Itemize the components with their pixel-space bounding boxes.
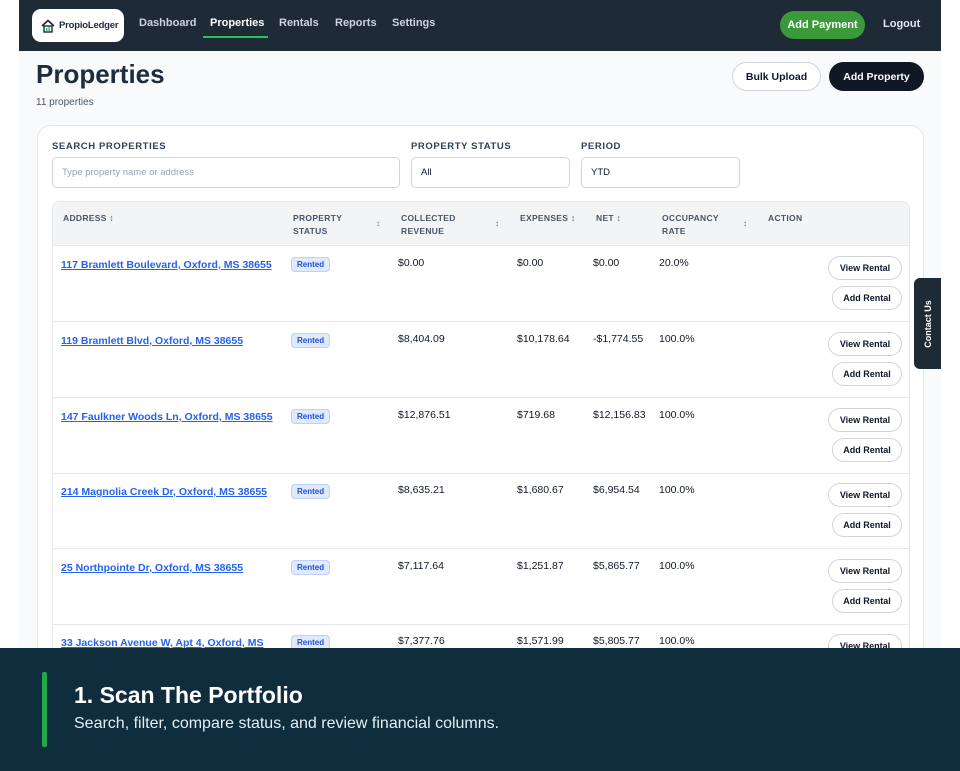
sort-icon: ↕	[616, 213, 622, 223]
add-rental-button[interactable]: Add Rental	[832, 589, 902, 613]
property-count: 11 properties	[36, 97, 94, 108]
col-expenses[interactable]: EXPENSES ↕	[520, 212, 575, 225]
expenses: $1,571.99	[517, 635, 564, 647]
contact-us-label: Contact Us	[922, 299, 933, 348]
property-address-link[interactable]: 33 Jackson Avenue W, Apt 4, Oxford, MS	[61, 635, 263, 648]
add-rental-button[interactable]: Add Rental	[832, 286, 902, 310]
col-action: ACTION	[768, 213, 803, 223]
accent-bar	[42, 672, 47, 747]
occupancy-rate: 100.0%	[659, 333, 695, 345]
expenses: $0.00	[517, 257, 544, 269]
collected-revenue: $7,117.64	[398, 560, 444, 572]
table-row: 147 Faulkner Woods Ln, Oxford, MS 38655 …	[53, 398, 909, 474]
logo-text: PropioLedger	[59, 20, 119, 31]
col-status[interactable]: PROPERTY STATUS	[293, 212, 342, 238]
sort-icon[interactable]: ↕	[376, 219, 380, 228]
collected-revenue: $8,635.21	[398, 484, 445, 496]
status-select[interactable]: All	[411, 157, 570, 188]
view-rental-button[interactable]: View Rental	[828, 332, 902, 356]
house-chart-icon	[41, 18, 55, 33]
sort-icon[interactable]: ↕	[743, 219, 747, 228]
add-payment-button[interactable]: Add Payment	[780, 11, 865, 39]
search-label: SEARCH PROPERTIES	[52, 141, 167, 152]
net: $0.00	[593, 257, 620, 269]
occupancy-rate: 100.0%	[659, 484, 695, 496]
property-address-link[interactable]: 25 Northpointe Dr, Oxford, MS 38655	[61, 560, 286, 577]
occupancy-rate: 20.0%	[659, 257, 689, 269]
occupancy-rate: 100.0%	[659, 635, 695, 647]
view-rental-button[interactable]: View Rental	[828, 408, 902, 432]
collected-revenue: $0.00	[398, 257, 425, 269]
add-rental-button[interactable]: Add Rental	[832, 438, 902, 462]
net: -$1,774.55	[593, 333, 644, 345]
view-rental-button[interactable]: View Rental	[828, 256, 902, 280]
properties-card: SEARCH PROPERTIES Type property name or …	[37, 125, 924, 648]
logout-link[interactable]: Logout	[883, 18, 920, 30]
occupancy-rate: 100.0%	[659, 560, 695, 572]
table-row: 33 Jackson Avenue W, Apt 4, Oxford, MS R…	[53, 624, 909, 648]
search-input[interactable]: Type property name or address	[52, 157, 400, 188]
add-rental-button[interactable]: Add Rental	[832, 362, 902, 386]
nav-properties[interactable]: Properties	[210, 17, 264, 29]
property-address-link[interactable]: 119 Bramlett Blvd, Oxford, MS 38655	[61, 333, 286, 350]
active-nav-indicator	[203, 36, 268, 38]
col-address[interactable]: ADDRESS ↕	[63, 212, 114, 225]
occupancy-rate: 100.0%	[659, 409, 695, 421]
status-badge: Rented	[291, 409, 331, 424]
view-rental-button[interactable]: View Rental	[828, 559, 902, 583]
col-revenue[interactable]: COLLECTED REVENUE	[401, 212, 456, 238]
expenses: $1,680.67	[517, 484, 564, 496]
sort-icon: ↕	[570, 213, 576, 223]
sort-icon[interactable]: ↕	[495, 219, 499, 228]
property-address-link[interactable]: 117 Bramlett Boulevard, Oxford, MS 38655	[61, 257, 286, 274]
page-title: Properties	[36, 59, 165, 89]
view-rental-button[interactable]: View Rental	[828, 483, 902, 507]
col-occupancy[interactable]: OCCUPANCY RATE	[662, 212, 719, 238]
col-net[interactable]: NET ↕	[596, 212, 621, 225]
net: $12,156.83	[593, 409, 646, 421]
app-window: PropioLedger Dashboard Properties Rental…	[19, 0, 941, 648]
top-nav: PropioLedger Dashboard Properties Rental…	[19, 0, 941, 51]
period-label: PERIOD	[581, 141, 622, 152]
table-row: 25 Northpointe Dr, Oxford, MS 38655 Rent…	[53, 549, 909, 625]
status-filter-label: PROPERTY STATUS	[411, 141, 512, 152]
net: $6,954.54	[593, 484, 640, 496]
table-header: ADDRESS ↕ PROPERTY STATUS ↕ COLLECTED REVE…	[53, 202, 909, 246]
sort-icon: ↕	[109, 213, 114, 223]
bulk-upload-button[interactable]: Bulk Upload	[732, 62, 821, 91]
status-badge: Rented	[291, 635, 331, 648]
expenses: $10,178.64	[517, 333, 570, 345]
period-select[interactable]: YTD	[581, 157, 740, 188]
view-rental-button[interactable]: View Rental	[828, 634, 902, 648]
nav-dashboard[interactable]: Dashboard	[139, 17, 196, 29]
net: $5,805.77	[593, 635, 640, 647]
collected-revenue: $8,404.09	[398, 333, 445, 345]
property-address-link[interactable]: 147 Faulkner Woods Ln, Oxford, MS 38655	[61, 409, 286, 426]
table-row: 117 Bramlett Boulevard, Oxford, MS 38655…	[53, 246, 909, 322]
add-rental-button[interactable]: Add Rental	[832, 513, 902, 537]
status-badge: Rented	[291, 484, 331, 499]
status-badge: Rented	[291, 560, 331, 575]
table-row: 214 Magnolia Creek Dr, Oxford, MS 38655 …	[53, 473, 909, 549]
caption-title: 1. Scan The Portfolio	[74, 682, 303, 708]
table-row: 119 Bramlett Blvd, Oxford, MS 38655 Rent…	[53, 322, 909, 398]
nav-reports[interactable]: Reports	[335, 17, 377, 29]
caption-banner: 1. Scan The Portfolio Search, filter, co…	[0, 648, 960, 771]
collected-revenue: $12,876.51	[398, 409, 451, 421]
property-address-link[interactable]: 214 Magnolia Creek Dr, Oxford, MS 38655	[61, 484, 286, 501]
status-badge: Rented	[291, 257, 331, 272]
properties-table: ADDRESS ↕ PROPERTY STATUS ↕ COLLECTED REVE…	[52, 201, 910, 648]
nav-settings[interactable]: Settings	[392, 17, 435, 29]
add-property-button[interactable]: Add Property	[829, 62, 924, 91]
status-badge: Rented	[291, 333, 331, 348]
caption-subtitle: Search, filter, compare status, and revi…	[74, 715, 500, 732]
nav-rentals[interactable]: Rentals	[279, 17, 319, 29]
contact-us-tab[interactable]: Contact Us	[914, 278, 941, 369]
collected-revenue: $7,377.76	[398, 635, 445, 647]
net: $5,865.77	[593, 560, 640, 572]
expenses: $719.68	[517, 409, 555, 421]
expenses: $1,251.87	[517, 560, 564, 572]
logo[interactable]: PropioLedger	[32, 9, 124, 42]
